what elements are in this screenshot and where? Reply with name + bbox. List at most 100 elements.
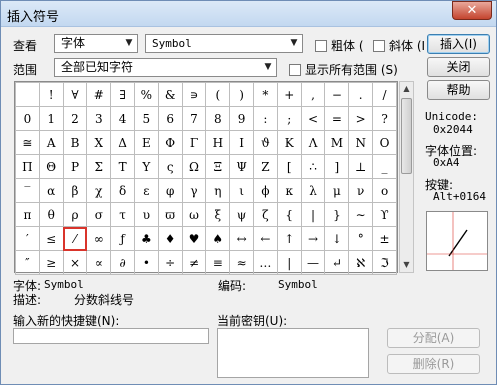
symbol-cell[interactable]: ν [348, 178, 374, 203]
symbol-cell[interactable]: δ [110, 178, 135, 203]
symbol-cell[interactable]: ξ [205, 202, 231, 227]
symbol-cell[interactable]: ‾ [15, 178, 40, 203]
symbol-cell[interactable]: Φ [157, 130, 183, 155]
symbol-cell[interactable]: Τ [110, 154, 135, 179]
symbol-cell[interactable]: τ [110, 202, 135, 227]
symbol-cell[interactable]: Θ [38, 154, 64, 179]
symbol-cell[interactable]: ƒ [110, 226, 135, 251]
symbol-cell[interactable]: 6 [157, 106, 183, 131]
symbol-cell[interactable]: 9 [229, 106, 255, 131]
symbol-cell[interactable]: | [300, 202, 326, 227]
symbol-cell[interactable]: → [300, 226, 326, 251]
symbol-cell[interactable]: π [15, 202, 40, 227]
symbol-cell[interactable]: φ [157, 178, 183, 203]
symbol-cell[interactable]: Π [15, 154, 40, 179]
symbol-cell[interactable]: Σ [86, 154, 112, 179]
symbol-cell[interactable]: ) [229, 82, 255, 107]
symbol-cell[interactable]: [ [276, 154, 302, 179]
insert-button[interactable]: 插入(I) [427, 34, 490, 54]
symbol-cell[interactable]: ρ [62, 202, 88, 227]
symbol-cell[interactable]: Χ [86, 130, 112, 155]
delete-button[interactable]: 删除(R) [387, 354, 480, 374]
symbol-cell[interactable]: Β [62, 130, 88, 155]
symbol-cell[interactable]: 7 [181, 106, 207, 131]
symbol-cell[interactable]: ∃ [110, 82, 135, 107]
font-select[interactable]: Symbol ▼ [145, 34, 303, 53]
symbol-cell[interactable]: Γ [181, 130, 207, 155]
symbol-cell[interactable]: η [205, 178, 231, 203]
symbol-cell[interactable]: ″ [15, 250, 40, 275]
symbol-cell[interactable]: ∼ [348, 202, 374, 227]
symbol-cell[interactable]: # [86, 82, 112, 107]
symbol-cell[interactable]: Λ [300, 130, 326, 155]
symbol-cell[interactable]: γ [181, 178, 207, 203]
current-key-list[interactable] [217, 328, 369, 378]
symbol-cell[interactable]: % [133, 82, 159, 107]
symbol-cell[interactable]: ∝ [86, 250, 112, 275]
symbol-cell[interactable]: λ [300, 178, 326, 203]
symbol-cell[interactable]: ; [276, 106, 302, 131]
symbol-cell[interactable]: ≤ [38, 226, 64, 251]
symbol-cell[interactable]: × [62, 250, 88, 275]
symbol-cell[interactable]: 2 [62, 106, 88, 131]
symbol-cell[interactable]: ≠ [181, 250, 207, 275]
symbol-cell[interactable]: ↓ [324, 226, 350, 251]
symbol-cell[interactable]: ≡ [205, 250, 231, 275]
symbol-cell[interactable]: … [253, 250, 278, 275]
symbol-cell[interactable]: Ν [348, 130, 374, 155]
symbol-cell[interactable]: Ε [133, 130, 159, 155]
symbol-cell[interactable]: Κ [276, 130, 302, 155]
symbol-cell[interactable]: , [300, 82, 326, 107]
symbol-cell[interactable]: 3 [86, 106, 112, 131]
symbol-cell[interactable]: ϖ [157, 202, 183, 227]
new-shortcut-input[interactable] [13, 328, 209, 344]
symbol-cell[interactable]: ? [372, 106, 397, 131]
symbol-cell[interactable]: υ [133, 202, 159, 227]
symbol-cell[interactable]: / [372, 82, 397, 107]
symbol-cell[interactable]: σ [86, 202, 112, 227]
symbol-cell[interactable]: * [253, 82, 278, 107]
symbol-cell[interactable]: ζ [253, 202, 278, 227]
symbol-cell[interactable]: ♠ [205, 226, 231, 251]
symbol-cell[interactable]: ⁄ [62, 226, 88, 251]
symbol-cell[interactable]: Ξ [205, 154, 231, 179]
symbol-cell[interactable]: ∀ [62, 82, 88, 107]
symbol-cell[interactable]: ( [205, 82, 231, 107]
symbol-cell[interactable]: 8 [205, 106, 231, 131]
symbol-cell[interactable]: | [276, 250, 302, 275]
symbol-cell[interactable]: Δ [110, 130, 135, 155]
symbol-cell[interactable]: ↑ [276, 226, 302, 251]
symbol-cell[interactable]: ω [181, 202, 207, 227]
symbol-cell[interactable]: + [276, 82, 302, 107]
symbol-cell[interactable]: ≅ [15, 130, 40, 155]
symbol-cell[interactable]: ♥ [181, 226, 207, 251]
symbol-cell[interactable]: ϕ [253, 178, 278, 203]
scroll-down-icon[interactable]: ▼ [400, 258, 413, 272]
symbol-cell[interactable]: ÷ [157, 250, 183, 275]
symbol-cell[interactable]: ⊥ [348, 154, 374, 179]
symbol-cell[interactable]: χ [86, 178, 112, 203]
symbol-cell[interactable]: 1 [38, 106, 64, 131]
symbol-cell[interactable]: 5 [133, 106, 159, 131]
symbol-cell[interactable]: ϒ [372, 202, 397, 227]
symbol-cell[interactable]: α [38, 178, 64, 203]
symbol-cell[interactable]: θ [38, 202, 64, 227]
symbol-cell[interactable]: ∍ [181, 82, 207, 107]
scroll-up-icon[interactable]: ▲ [400, 82, 413, 96]
symbol-cell[interactable]: ℵ [348, 250, 374, 275]
symbol-cell[interactable]: ℑ [372, 250, 397, 275]
symbol-cell[interactable]: { [276, 202, 302, 227]
symbol-cell[interactable]: ∞ [86, 226, 112, 251]
help-button[interactable]: 帮助 [427, 80, 490, 100]
symbol-cell[interactable]: > [348, 106, 374, 131]
close-button[interactable]: 关闭 [427, 57, 490, 77]
symbol-cell[interactable]: ° [348, 226, 374, 251]
symbol-cell[interactable]: • [133, 250, 159, 275]
symbol-cell[interactable]: . [348, 82, 374, 107]
symbol-cell[interactable]: & [157, 82, 183, 107]
symbol-cell[interactable]: ς [157, 154, 183, 179]
grid-scrollbar[interactable]: ▲ ▼ [399, 81, 414, 273]
range-select[interactable]: 全部已知字符 ▼ [54, 58, 277, 77]
symbol-cell[interactable]: Α [38, 130, 64, 155]
symbol-cell[interactable]: ! [38, 82, 64, 107]
